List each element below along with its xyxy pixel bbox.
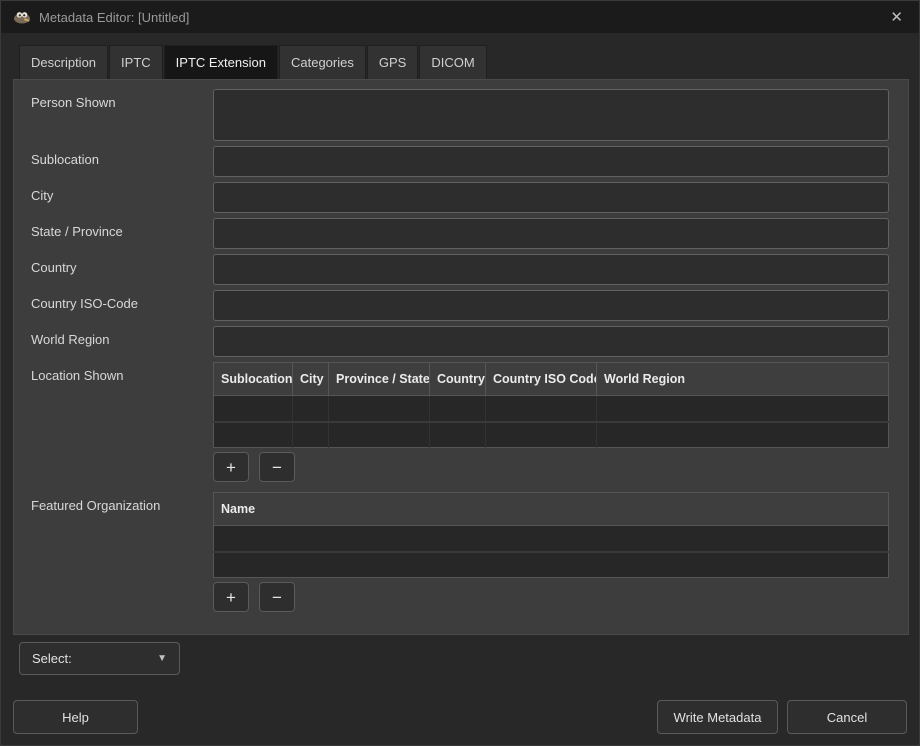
city-row: City — [14, 182, 908, 213]
select-dropdown[interactable]: Select: ▼ — [19, 642, 180, 675]
sublocation-label: Sublocation — [14, 146, 213, 177]
table-row[interactable] — [214, 396, 889, 422]
country-input[interactable] — [213, 254, 889, 285]
tab-description[interactable]: Description — [19, 45, 108, 79]
sublocation-row: Sublocation — [14, 146, 908, 177]
location-shown-label: Location Shown — [14, 362, 213, 482]
tab-iptc-extension[interactable]: IPTC Extension — [164, 45, 278, 79]
close-icon[interactable]: ✕ — [886, 8, 907, 27]
sublocation-input[interactable] — [213, 146, 889, 177]
featured-organization-row: Featured Organization Name + − — [14, 492, 908, 612]
window-title: Metadata Editor: [Untitled] — [39, 10, 189, 25]
tab-categories[interactable]: Categories — [279, 45, 366, 79]
country-iso-code-input[interactable] — [213, 290, 889, 321]
column-header: World Region — [597, 363, 889, 396]
featured-organization-header-row: Name — [214, 493, 889, 526]
tab-dicom[interactable]: DICOM — [419, 45, 486, 79]
chevron-down-icon: ▼ — [157, 653, 167, 664]
column-header: Country — [430, 363, 486, 396]
location-shown-row: Location Shown Sublocation City Province… — [14, 362, 908, 482]
table-row[interactable] — [214, 422, 889, 448]
person-shown-label: Person Shown — [14, 89, 213, 141]
column-header: Sublocation — [214, 363, 293, 396]
gimp-wilber-icon — [13, 10, 31, 24]
city-label: City — [14, 182, 213, 213]
add-location-button[interactable]: + — [213, 452, 249, 482]
titlebar: Metadata Editor: [Untitled] ✕ — [1, 1, 919, 33]
cancel-button[interactable]: Cancel — [787, 700, 907, 734]
country-row: Country — [14, 254, 908, 285]
table-row[interactable] — [214, 552, 889, 578]
write-metadata-button[interactable]: Write Metadata — [657, 700, 778, 734]
remove-location-button[interactable]: − — [259, 452, 295, 482]
tab-iptc[interactable]: IPTC — [109, 45, 163, 79]
column-header: Province / State — [329, 363, 430, 396]
tab-bar: Description IPTC IPTC Extension Categori… — [13, 45, 909, 79]
featured-organization-label: Featured Organization — [14, 492, 213, 612]
country-iso-code-row: Country ISO-Code — [14, 290, 908, 321]
location-shown-table-buttons: + − — [213, 452, 889, 482]
world-region-row: World Region — [14, 326, 908, 357]
city-input[interactable] — [213, 182, 889, 213]
table-row[interactable] — [214, 526, 889, 552]
person-shown-input[interactable] — [213, 89, 889, 141]
location-shown-header-row: Sublocation City Province / State Countr… — [214, 363, 889, 396]
state-province-row: State / Province — [14, 218, 908, 249]
world-region-input[interactable] — [213, 326, 889, 357]
help-button[interactable]: Help — [13, 700, 138, 734]
iptc-extension-panel: Person Shown Sublocation City State / Pr… — [13, 79, 909, 635]
featured-organization-table-buttons: + − — [213, 582, 889, 612]
remove-organization-button[interactable]: − — [259, 582, 295, 612]
featured-organization-table: Name — [213, 492, 889, 578]
state-province-input[interactable] — [213, 218, 889, 249]
tab-gps[interactable]: GPS — [367, 45, 418, 79]
country-label: Country — [14, 254, 213, 285]
person-shown-row: Person Shown — [14, 89, 908, 141]
column-header: Name — [214, 493, 889, 526]
metadata-editor-window: Metadata Editor: [Untitled] ✕ Descriptio… — [0, 0, 920, 746]
country-iso-code-label: Country ISO-Code — [14, 290, 213, 321]
add-organization-button[interactable]: + — [213, 582, 249, 612]
world-region-label: World Region — [14, 326, 213, 357]
column-header: Country ISO Code — [486, 363, 597, 396]
location-shown-table: Sublocation City Province / State Countr… — [213, 362, 889, 448]
select-dropdown-label: Select: — [32, 651, 72, 666]
column-header: City — [293, 363, 329, 396]
state-province-label: State / Province — [14, 218, 213, 249]
